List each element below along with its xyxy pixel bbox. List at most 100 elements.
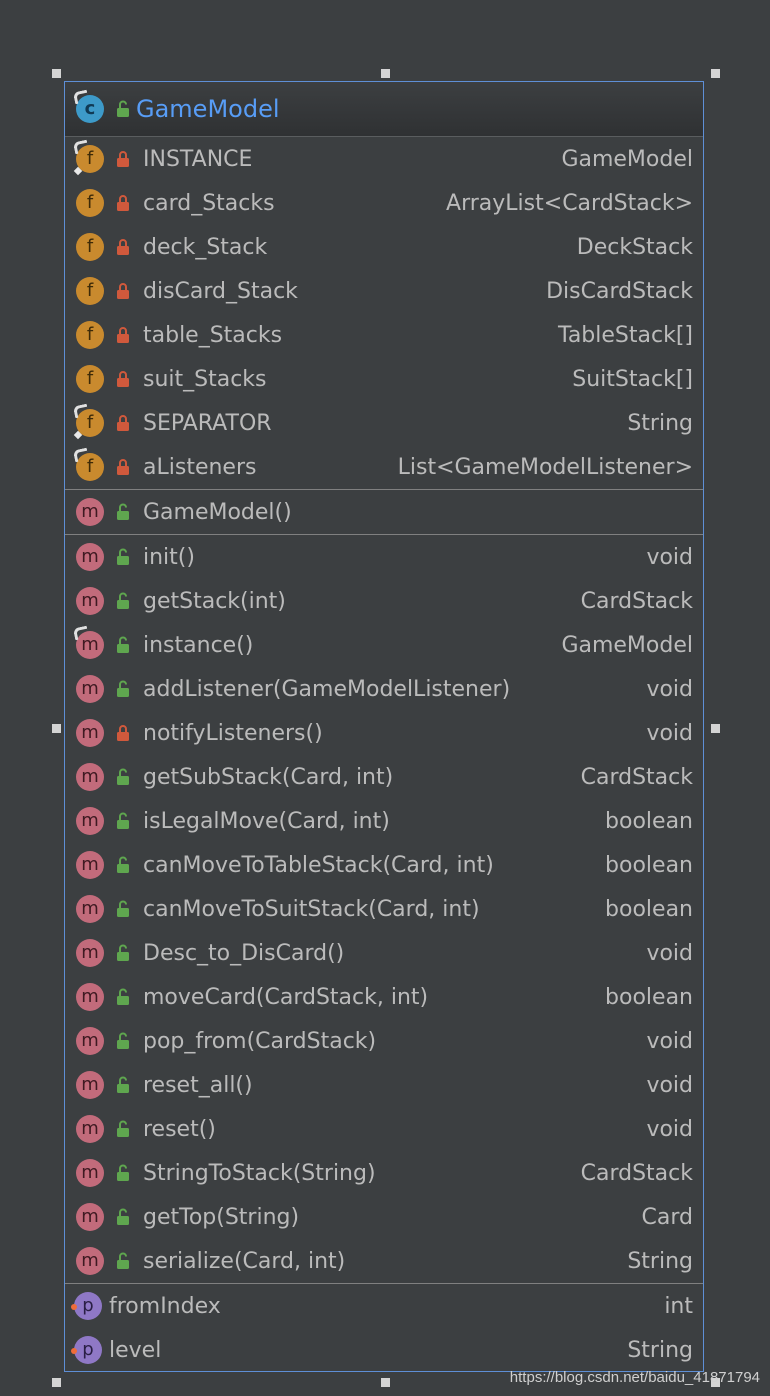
method-row[interactable]: m notifyListeners() void	[65, 711, 703, 755]
method-m-icon: m	[76, 1071, 104, 1099]
method-row-name: moveCard(CardStack, int)	[143, 984, 429, 1010]
property-row-icon-wrap: p	[71, 1336, 102, 1364]
property-row[interactable]: p level String	[65, 1328, 703, 1372]
method-row[interactable]: m addListener(GameModelListener) void	[65, 667, 703, 711]
method-row-type: void	[646, 1116, 693, 1142]
method-m-icon: m	[76, 587, 104, 615]
resize-handle-bottom-left[interactable]	[52, 1378, 61, 1387]
method-row[interactable]: m getStack(int) CardStack	[65, 579, 703, 623]
method-row-icon-wrap: m	[76, 983, 104, 1011]
method-row-icon-wrap: m	[76, 1159, 104, 1187]
resize-handle-bottom-center[interactable]	[381, 1378, 390, 1387]
public-lock-icon	[117, 1120, 129, 1137]
field-row-icon-wrap: f	[76, 277, 104, 305]
method-m-icon: m	[76, 895, 104, 923]
method-row[interactable]: m moveCard(CardStack, int) boolean	[65, 975, 703, 1019]
method-row[interactable]: m reset_all() void	[65, 1063, 703, 1107]
resize-handle-top-center[interactable]	[381, 69, 390, 78]
method-row[interactable]: m isLegalMove(Card, int) boolean	[65, 799, 703, 843]
method-row-icon-wrap: m	[76, 763, 104, 791]
field-row[interactable]: f disCard_Stack DisCardStack	[65, 269, 703, 313]
private-lock-icon	[117, 327, 129, 343]
method-row-name: reset()	[143, 1116, 216, 1142]
resize-handle-top-left[interactable]	[52, 69, 61, 78]
field-row-type: ArrayList<CardStack>	[446, 190, 693, 216]
method-row[interactable]: m instance() GameModel	[65, 623, 703, 667]
public-lock-icon	[117, 636, 129, 653]
property-p-icon: p	[74, 1336, 102, 1364]
method-row[interactable]: m pop_from(CardStack) void	[65, 1019, 703, 1063]
field-row[interactable]: f aListeners List<GameModelListener>	[65, 445, 703, 489]
method-row[interactable]: m init() void	[65, 535, 703, 579]
field-row-icon-wrap: f	[76, 189, 104, 217]
method-row-type: CardStack	[580, 764, 693, 790]
property-p-icon: p	[74, 1292, 102, 1320]
method-row[interactable]: m canMoveToSuitStack(Card, int) boolean	[65, 887, 703, 931]
method-row-name: getSubStack(Card, int)	[143, 764, 394, 790]
method-row[interactable]: m canMoveToTableStack(Card, int) boolean	[65, 843, 703, 887]
method-row-type: boolean	[605, 984, 693, 1010]
field-row-icon-wrap: f	[76, 321, 104, 349]
method-m-icon: m	[76, 939, 104, 967]
method-row-type: boolean	[605, 852, 693, 878]
field-row-icon-wrap: f	[72, 403, 104, 440]
method-row[interactable]: m getSubStack(Card, int) CardStack	[65, 755, 703, 799]
field-row[interactable]: f table_Stacks TableStack[]	[65, 313, 703, 357]
method-row-name: canMoveToTableStack(Card, int)	[143, 852, 494, 878]
constructor-row[interactable]: m GameModel()	[65, 490, 703, 534]
method-row-type: void	[646, 940, 693, 966]
method-row-name: isLegalMove(Card, int)	[143, 808, 390, 834]
field-row-type: String	[627, 410, 693, 436]
constructors-section: m GameModel()	[65, 490, 703, 535]
field-row-type: DeckStack	[576, 234, 693, 260]
public-lock-icon	[117, 812, 129, 829]
field-row[interactable]: f card_Stacks ArrayList<CardStack>	[65, 181, 703, 225]
field-row[interactable]: f SEPARATOR String	[65, 401, 703, 445]
resize-handle-middle-left[interactable]	[52, 724, 61, 733]
public-lock-icon	[117, 680, 129, 697]
property-row-type: String	[627, 1337, 693, 1363]
method-row-name: serialize(Card, int)	[143, 1248, 346, 1274]
field-row-icon-wrap: f	[72, 447, 104, 481]
resize-handle-middle-right[interactable]	[711, 724, 720, 733]
method-row-type: CardStack	[580, 588, 693, 614]
method-row[interactable]: m getTop(String) Card	[65, 1195, 703, 1239]
class-header[interactable]: c GameModel	[65, 82, 703, 137]
methods-section: m init() void m getStack(int) CardStack m insta…	[65, 535, 703, 1284]
field-row[interactable]: f INSTANCE GameModel	[65, 137, 703, 181]
field-row-name: INSTANCE	[143, 146, 253, 172]
method-row-icon-wrap: m	[76, 895, 104, 923]
method-row-name: Desc_to_DisCard()	[143, 940, 345, 966]
method-row-type: String	[627, 1248, 693, 1274]
field-row-type: SuitStack[]	[572, 366, 693, 392]
property-row[interactable]: p fromIndex int	[65, 1284, 703, 1328]
method-m-icon: m	[76, 675, 104, 703]
method-m-icon: m	[76, 719, 104, 747]
resize-handle-top-right[interactable]	[711, 69, 720, 78]
fields-section: f INSTANCE GameModel f card_Stacks ArrayList<…	[65, 137, 703, 490]
method-row[interactable]: m Desc_to_DisCard() void	[65, 931, 703, 975]
method-row-type: void	[646, 1028, 693, 1054]
constructor-row-name: GameModel()	[143, 499, 292, 525]
public-lock-icon	[117, 988, 129, 1005]
field-row-name: aListeners	[143, 454, 257, 480]
public-lock-icon	[117, 900, 129, 917]
method-row-name: getTop(String)	[143, 1204, 300, 1230]
method-row-icon-wrap: m	[76, 1247, 104, 1275]
method-row[interactable]: m serialize(Card, int) String	[65, 1239, 703, 1283]
public-lock-icon	[117, 768, 129, 785]
private-lock-icon	[117, 415, 129, 431]
class-title: GameModel	[136, 95, 280, 123]
public-lock-icon	[117, 100, 129, 117]
method-row-icon-wrap: m	[76, 675, 104, 703]
field-row[interactable]: f suit_Stacks SuitStack[]	[65, 357, 703, 401]
uml-class-node[interactable]: c GameModel f INSTANCE GameModel f card_Stac…	[64, 81, 704, 1372]
field-row[interactable]: f deck_Stack DeckStack	[65, 225, 703, 269]
public-lock-icon	[117, 592, 129, 609]
method-row-type: void	[646, 676, 693, 702]
field-row-type: TableStack[]	[558, 322, 693, 348]
private-lock-icon	[117, 195, 129, 211]
method-row[interactable]: m reset() void	[65, 1107, 703, 1151]
method-row[interactable]: m StringToStack(String) CardStack	[65, 1151, 703, 1195]
constructor-row-icon-wrap: m	[76, 498, 104, 526]
